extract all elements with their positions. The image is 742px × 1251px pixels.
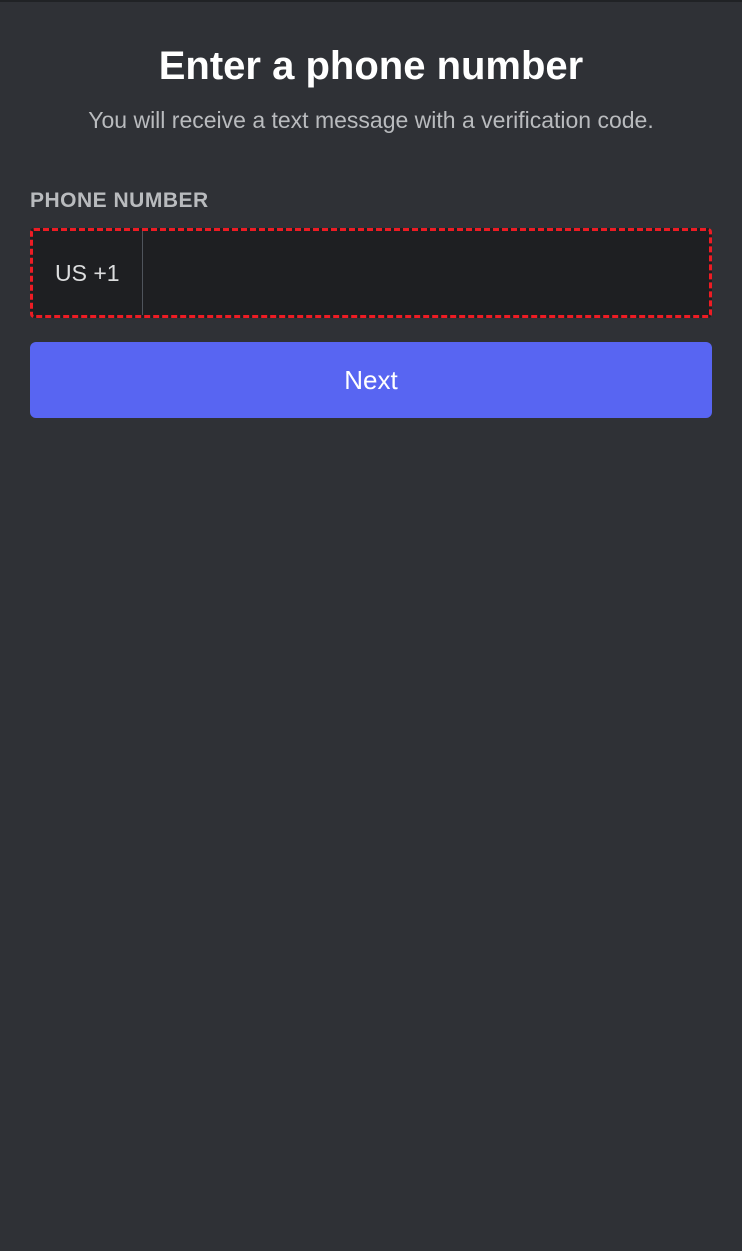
next-button[interactable]: Next — [30, 342, 712, 418]
phone-verification-screen: Enter a phone number You will receive a … — [0, 2, 742, 448]
phone-input-container: US +1 — [30, 228, 712, 318]
phone-number-input[interactable] — [143, 231, 709, 315]
country-code-selector[interactable]: US +1 — [33, 231, 143, 315]
page-title: Enter a phone number — [30, 44, 712, 89]
phone-field-label: PHONE NUMBER — [30, 189, 712, 213]
page-subtitle: You will receive a text message with a v… — [30, 107, 712, 134]
